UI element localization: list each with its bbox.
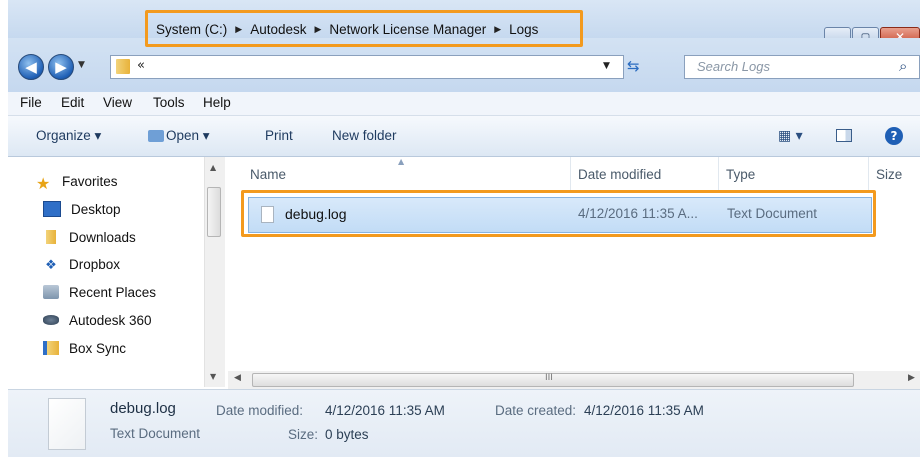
sidebar-item-label: Downloads xyxy=(69,229,136,245)
new-folder-button[interactable]: New folder xyxy=(332,128,397,143)
dropbox-icon: ❖ xyxy=(45,257,57,272)
scroll-right-icon[interactable]: ▶ xyxy=(908,373,915,383)
details-file-type: Text Document xyxy=(110,426,201,441)
help-icon[interactable]: ? xyxy=(885,127,903,145)
scroll-left-icon[interactable]: ◀ xyxy=(234,373,241,383)
sidebar-item-label: Box Sync xyxy=(69,340,127,356)
sidebar-item-autodesk-360[interactable]: Autodesk 360 xyxy=(43,309,152,331)
scroll-thumb[interactable] xyxy=(207,187,221,237)
menu-bar: File Edit View Tools Help xyxy=(8,92,920,116)
address-dropdown-icon[interactable]: ▼ xyxy=(603,61,610,71)
organize-button[interactable]: Organize ▾ xyxy=(36,128,101,144)
scroll-up-icon[interactable]: ▲ xyxy=(210,163,216,172)
navigation-scrollbar[interactable]: ▲ ▼ xyxy=(204,157,225,387)
search-box[interactable]: Search Logs ⌕ xyxy=(684,55,920,79)
open-icon xyxy=(148,130,164,142)
refresh-button[interactable]: ⇆ xyxy=(627,57,640,75)
autodesk360-icon xyxy=(43,315,59,325)
column-divider[interactable] xyxy=(570,157,571,190)
details-file-name: debug.log xyxy=(110,400,176,417)
menu-edit[interactable]: Edit xyxy=(61,95,84,110)
forward-icon: ▶ xyxy=(55,58,67,76)
menu-view[interactable]: View xyxy=(103,95,132,110)
details-file-icon xyxy=(48,398,86,450)
recent-places-icon xyxy=(43,285,59,299)
horizontal-scrollbar[interactable]: ◀ III ▶ xyxy=(228,371,920,389)
forward-button[interactable]: ▶ xyxy=(48,54,74,80)
column-divider[interactable] xyxy=(718,157,719,190)
explorer-window: ▁ ▢ ✕ ◀ ▶ ▼ « ▼ ⇆ Search Logs ⌕ System (… xyxy=(8,0,920,457)
recent-pages-dropdown[interactable]: ▼ xyxy=(78,60,85,70)
column-header-size[interactable]: Size xyxy=(876,167,902,182)
print-button[interactable]: Print xyxy=(265,128,293,143)
box-sync-icon xyxy=(43,341,59,355)
sidebar-item-box-sync[interactable]: Box Sync xyxy=(43,337,126,359)
sidebar-item-label: Dropbox xyxy=(69,256,121,272)
menu-file[interactable]: File xyxy=(20,95,42,110)
details-date-modified-value: 4/12/2016 11:35 AM xyxy=(325,403,445,418)
sidebar-item-desktop[interactable]: Desktop xyxy=(43,198,121,220)
breadcrumb-overflow[interactable]: « xyxy=(137,58,145,73)
column-header-type[interactable]: Type xyxy=(726,167,755,182)
back-button[interactable]: ◀ xyxy=(18,54,44,80)
scroll-grip: III xyxy=(545,373,553,383)
address-bar[interactable]: « ▼ xyxy=(110,55,624,79)
back-icon: ◀ xyxy=(25,58,37,76)
desktop-icon xyxy=(43,201,61,217)
sidebar-item-label: Recent Places xyxy=(69,284,157,300)
folder-icon xyxy=(116,59,130,74)
star-icon: ★ xyxy=(36,176,51,193)
column-header-date-modified[interactable]: Date modified xyxy=(578,167,661,182)
details-size-label: Size: xyxy=(288,427,319,442)
sort-indicator-icon: ▲ xyxy=(398,157,405,166)
sidebar-favorites-label: Favorites xyxy=(62,173,118,189)
sidebar-favorites[interactable]: ★ Favorites xyxy=(36,170,118,194)
details-date-modified-label: Date modified: xyxy=(216,403,304,418)
menu-help[interactable]: Help xyxy=(203,95,231,110)
scroll-down-icon[interactable]: ▼ xyxy=(210,372,216,381)
command-bar: Organize ▾ Open ▾ Print New folder ▦ ▾ ? xyxy=(8,116,920,157)
address-highlight-box xyxy=(145,10,583,47)
details-size-value: 0 bytes xyxy=(325,427,369,442)
open-button[interactable]: Open ▾ xyxy=(166,128,210,144)
sidebar-item-recent-places[interactable]: Recent Places xyxy=(43,281,156,303)
preview-pane-icon[interactable] xyxy=(836,129,852,142)
details-pane: debug.log Text Document Date modified: 4… xyxy=(8,389,920,457)
downloads-icon xyxy=(46,230,56,244)
menu-tools[interactable]: Tools xyxy=(153,95,185,110)
search-input-placeholder[interactable]: Search Logs xyxy=(697,59,770,74)
horizontal-scroll-thumb[interactable]: III xyxy=(252,373,854,387)
sidebar-item-downloads[interactable]: Downloads xyxy=(43,226,136,248)
search-icon[interactable]: ⌕ xyxy=(899,57,907,75)
sidebar-item-label: Desktop xyxy=(71,201,121,217)
file-highlight-box xyxy=(241,190,876,237)
details-date-created-label: Date created: xyxy=(495,403,577,418)
column-header-name[interactable]: Name xyxy=(250,167,286,182)
refresh-icon: ⇆ xyxy=(627,57,640,75)
views-icon[interactable]: ▦ ▾ xyxy=(778,128,803,144)
sidebar-item-label: Autodesk 360 xyxy=(69,312,152,328)
sidebar-item-dropbox[interactable]: ❖ Dropbox xyxy=(43,253,120,275)
column-divider[interactable] xyxy=(868,157,869,190)
details-date-created-value: 4/12/2016 11:35 AM xyxy=(584,403,704,418)
